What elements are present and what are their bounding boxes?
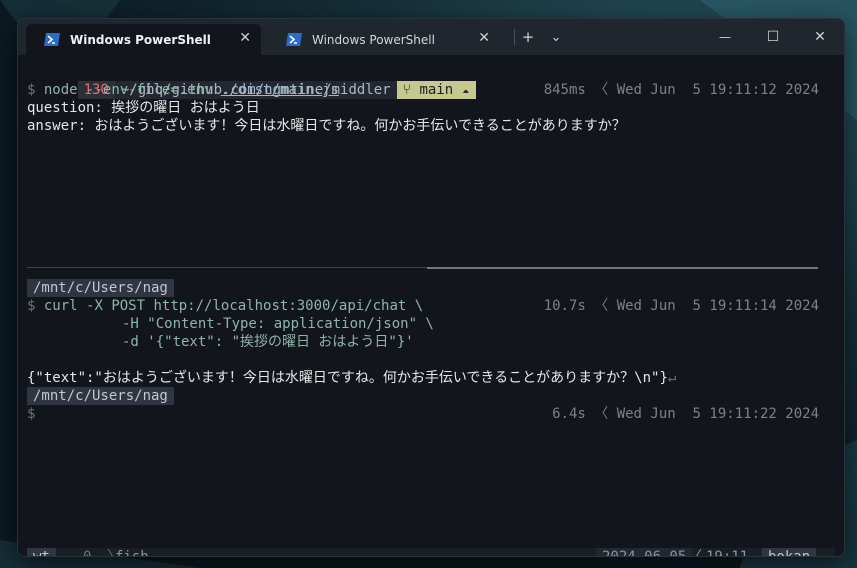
no-newline-icon: ↵	[667, 370, 677, 386]
prompt-line: /mnt/c/Users/nag	[27, 279, 174, 297]
json-output: {"text":"おはようございます！今日は水曜日ですね。何かお手伝いできること…	[27, 370, 668, 386]
prompt-dollar: $	[27, 82, 36, 98]
branch-status-icon: ⏶	[461, 82, 470, 98]
cwd-path: /mnt/c/Users/nag	[27, 279, 174, 297]
prompt-dollar: $	[27, 406, 36, 422]
command-timing: 10.7s 〈 Wed Jun 5 19:11:14 2024	[543, 298, 819, 314]
duration: 10.7s	[543, 298, 586, 314]
command-args: --env-file=.env	[86, 82, 213, 98]
terminal-content[interactable]: 130 ~/ghq/github.com/ngmtine/middler ⑂ mai…	[18, 55, 844, 556]
cwd-path: /mnt/c/Users/nag	[27, 387, 174, 405]
command-timing: 845ms 〈 Wed Jun 5 19:11:12 2024	[543, 82, 819, 98]
command-name: curl	[43, 298, 78, 314]
timestamp: Wed Jun 5 19:11:22 2024	[616, 406, 819, 422]
tab-dropdown-button[interactable]: ⌄	[546, 25, 566, 49]
branch-icon: ⑂	[402, 82, 420, 98]
duration: 845ms	[543, 82, 586, 98]
command-args: -X POST http://localhost:3000/api/chat \	[86, 298, 424, 314]
status-date: 2024-06-05	[596, 548, 693, 556]
prompt-line: 130 ~/ghq/github.com/ngmtine/middler ⑂ mai…	[27, 63, 476, 99]
window-name: fish	[115, 549, 149, 557]
pane-divider	[27, 267, 427, 268]
pane-divider-active[interactable]	[427, 267, 818, 269]
tab-powershell-2[interactable]: Windows PowerShell ✕	[268, 24, 500, 55]
output-line: {"text":"おはようございます！今日は水曜日ですね。何かお手伝いできること…	[27, 369, 676, 387]
command-name: node	[43, 82, 78, 98]
minimize-button[interactable]: —	[703, 25, 747, 49]
script-path: ./dist/main.js	[220, 82, 339, 98]
host-name: bokan	[762, 548, 817, 556]
command-line: $ node --env-file=.env ./dist/main.js	[27, 81, 339, 99]
window-index: 0	[83, 549, 92, 557]
timestamp: Wed Jun 5 19:11:12 2024	[616, 82, 819, 98]
prompt-line: /mnt/c/Users/nag	[27, 387, 174, 405]
branch-name: main	[419, 82, 454, 98]
duration: 6.4s	[552, 406, 586, 422]
command-timing: 6.4s 〈 Wed Jun 5 19:11:22 2024	[552, 406, 819, 422]
tab-label: Windows PowerShell	[70, 32, 211, 47]
maximize-button[interactable]: ☐	[751, 25, 795, 49]
command-line[interactable]: $	[27, 405, 35, 423]
new-tab-button[interactable]: +	[518, 25, 538, 49]
session-name: wt	[27, 548, 56, 556]
powershell-icon	[44, 33, 60, 46]
timestamp: Wed Jun 5 19:11:14 2024	[616, 298, 819, 314]
command-continuation: -H "Content-Type: application/json" \	[122, 316, 434, 332]
git-branch: ⑂ main ⏶	[396, 81, 476, 99]
command-continuation: -d '{"text": "挨拶の曜日 おはよう日"}'	[122, 334, 414, 350]
tab-separator	[514, 29, 515, 45]
tab-powershell-1[interactable]: Windows PowerShell ✕	[26, 24, 261, 55]
close-tab-icon[interactable]: ✕	[239, 30, 251, 46]
tab-label: Windows PowerShell	[312, 32, 435, 47]
status-time: 19:11	[706, 549, 749, 557]
output-line: question: 挨拶の曜日 おはよう日	[27, 100, 260, 116]
output-line: answer: おはようございます！今日は水曜日ですね。何かお手伝いできることが…	[27, 118, 626, 134]
close-window-button[interactable]: ✕	[798, 25, 842, 49]
close-tab-icon[interactable]: ✕	[478, 30, 490, 46]
tmux-status-bar: wt 0 〉 fish 2024-06-05 〈 19:11 bokan	[27, 548, 835, 557]
command-line: $ curl -X POST http://localhost:3000/api…	[27, 297, 423, 315]
terminal-window: Windows PowerShell ✕ Windows PowerShell …	[17, 18, 845, 557]
powershell-icon	[286, 33, 302, 46]
title-bar[interactable]: Windows PowerShell ✕ Windows PowerShell …	[18, 19, 844, 55]
prompt-dollar: $	[27, 298, 36, 314]
